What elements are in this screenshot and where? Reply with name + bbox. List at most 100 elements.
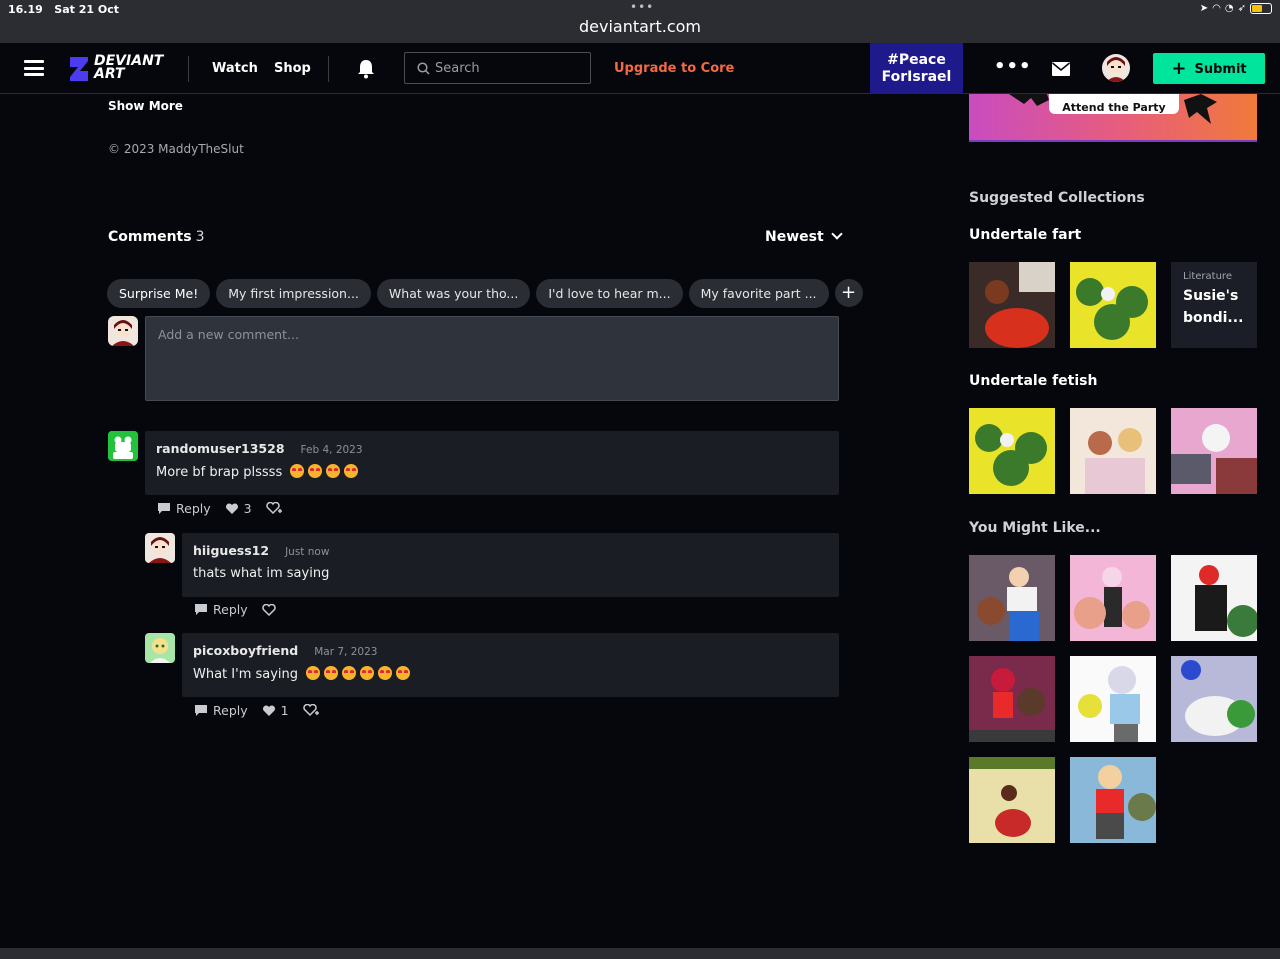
comment-card: hiiguess12 Just now thats what im saying — [182, 533, 839, 597]
chevron-down-icon — [831, 228, 843, 240]
like-button[interactable]: 3 — [225, 501, 252, 516]
url-bar[interactable]: deviantart.com — [0, 17, 1280, 36]
speech-bubble-icon — [195, 604, 207, 615]
heart-eyes-emoji-icon — [308, 464, 323, 478]
more-icon[interactable]: ••• — [994, 56, 1032, 77]
heart-eyes-emoji-icon — [326, 464, 341, 478]
collection-thumbnail[interactable] — [1070, 262, 1156, 348]
divider — [188, 56, 189, 82]
comment-username[interactable]: hiiguess12 Just now — [193, 543, 329, 558]
literature-tile[interactable]: Literature Susie's bondi... — [1171, 262, 1257, 348]
literature-label: Literature — [1183, 271, 1232, 282]
collection-thumbnail[interactable] — [969, 262, 1055, 348]
bottom-bar — [0, 948, 1280, 959]
reply-button[interactable]: Reply — [194, 602, 248, 617]
heart-eyes-emoji-icon — [290, 464, 305, 478]
speech-bubble-icon — [195, 705, 207, 716]
comment-avatar[interactable] — [108, 431, 138, 461]
suggested-collections-heading: Suggested Collections — [969, 190, 1145, 206]
new-comment-box[interactable] — [145, 316, 839, 401]
chip-surprise-me[interactable]: Surprise Me! — [107, 279, 211, 308]
collection-thumbnail[interactable] — [1070, 408, 1156, 494]
banner-label: Attend the Party — [1049, 94, 1179, 114]
chip-what-was-your-thought[interactable]: What was your tho... — [376, 279, 531, 308]
collection-title[interactable]: Undertale fetish — [969, 373, 1097, 389]
add-chip-button[interactable]: + — [834, 279, 863, 307]
comment-text: More bf brap plssss — [156, 464, 359, 480]
award-button[interactable] — [265, 502, 282, 515]
search-box[interactable] — [404, 52, 591, 84]
upgrade-to-core-link[interactable]: Upgrade to Core — [614, 61, 734, 76]
reply-button[interactable]: Reply — [194, 703, 248, 718]
nav-shop[interactable]: Shop — [274, 61, 311, 76]
search-input[interactable] — [435, 58, 585, 78]
heart-eyes-emoji-icon — [306, 666, 321, 680]
recommended-thumbnail[interactable] — [1070, 656, 1156, 742]
mail-icon[interactable] — [1052, 62, 1070, 76]
reply-button[interactable]: Reply — [157, 501, 211, 516]
safari-handle-icon[interactable]: ••• — [630, 0, 654, 14]
peace-for-israel-button[interactable]: #Peace ForIsrael — [870, 43, 963, 94]
rotation-lock-icon: ➶ — [1237, 3, 1246, 14]
battery-icon — [1250, 3, 1272, 14]
bell-icon[interactable] — [357, 59, 375, 79]
comment-prompt-chips: Surprise Me! My first impression... What… — [107, 279, 863, 308]
comment-username[interactable]: randomuser13528 Feb 4, 2023 — [156, 441, 363, 456]
comment-avatar[interactable] — [145, 533, 175, 563]
divider — [328, 56, 329, 82]
recommended-thumbnail[interactable] — [969, 757, 1055, 843]
heart-eyes-emoji-icon — [344, 464, 359, 478]
new-comment-input[interactable] — [146, 317, 838, 400]
search-icon — [417, 62, 430, 75]
alarm-icon: ◔ — [1224, 3, 1234, 14]
chip-love-to-hear[interactable]: I'd love to hear m... — [536, 279, 683, 308]
nav-watch[interactable]: Watch — [212, 61, 258, 76]
menu-icon[interactable] — [24, 60, 44, 76]
comment-text: What I'm saying — [193, 666, 411, 682]
comment-actions: Reply 1 — [194, 703, 319, 718]
like-button[interactable]: 1 — [262, 703, 289, 718]
sort-dropdown[interactable]: Newest — [765, 228, 843, 245]
heart-eyes-emoji-icon — [324, 666, 339, 680]
collection-thumbnail[interactable] — [969, 408, 1055, 494]
recommended-thumbnail[interactable] — [1171, 555, 1257, 641]
deviantart-logo-icon — [70, 57, 88, 81]
recommended-thumbnail[interactable] — [1070, 757, 1156, 843]
literature-title: Susie's bondi... — [1183, 288, 1244, 326]
comments-count: 3 — [195, 229, 205, 245]
default-avatar-icon — [108, 431, 138, 461]
recommended-thumbnail[interactable] — [969, 555, 1055, 641]
heart-outline-icon — [261, 603, 276, 616]
comment-date: Mar 7, 2023 — [314, 646, 378, 658]
deviantart-logo[interactable]: DEVIANT ART — [70, 54, 170, 83]
comment-avatar[interactable] — [145, 633, 175, 663]
wifi-icon: ◠ — [1212, 3, 1221, 14]
location-icon: ➤ — [1199, 3, 1209, 14]
user-avatar[interactable] — [1102, 54, 1130, 82]
status-time: 16.19 Sat 21 Oct — [8, 3, 119, 16]
show-more-link[interactable]: Show More — [108, 99, 183, 113]
chip-first-impression[interactable]: My first impression... — [216, 279, 371, 308]
chip-favorite-part[interactable]: My favorite part ... — [688, 279, 829, 308]
comment-date: Feb 4, 2023 — [300, 444, 363, 456]
comment-text: thats what im saying — [193, 566, 330, 581]
top-navigation: DEVIANTART Watch Shop Upgrade to Core #P… — [0, 43, 1280, 94]
heart-icon — [262, 704, 275, 716]
heart-icon — [225, 502, 238, 514]
current-user-avatar — [108, 316, 138, 346]
promo-banner[interactable]: Attend the Party — [969, 94, 1257, 142]
submit-button[interactable]: + Submit — [1153, 53, 1265, 84]
collection-thumbnail[interactable] — [1171, 408, 1257, 494]
comment-date: Just now — [285, 546, 330, 558]
comment-username[interactable]: picoxboyfriend Mar 7, 2023 — [193, 643, 377, 658]
collection-title[interactable]: Undertale fart — [969, 227, 1081, 243]
comment-card: picoxboyfriend Mar 7, 2023 What I'm sayin… — [182, 633, 839, 697]
recommended-thumbnail[interactable] — [969, 656, 1055, 742]
you-might-like-heading: You Might Like... — [969, 520, 1101, 536]
heart-plus-icon — [265, 502, 282, 515]
award-button[interactable] — [302, 704, 319, 717]
comment-card: randomuser13528 Feb 4, 2023 More bf brap … — [145, 431, 839, 495]
like-button[interactable] — [261, 603, 276, 616]
recommended-thumbnail[interactable] — [1171, 656, 1257, 742]
recommended-thumbnail[interactable] — [1070, 555, 1156, 641]
